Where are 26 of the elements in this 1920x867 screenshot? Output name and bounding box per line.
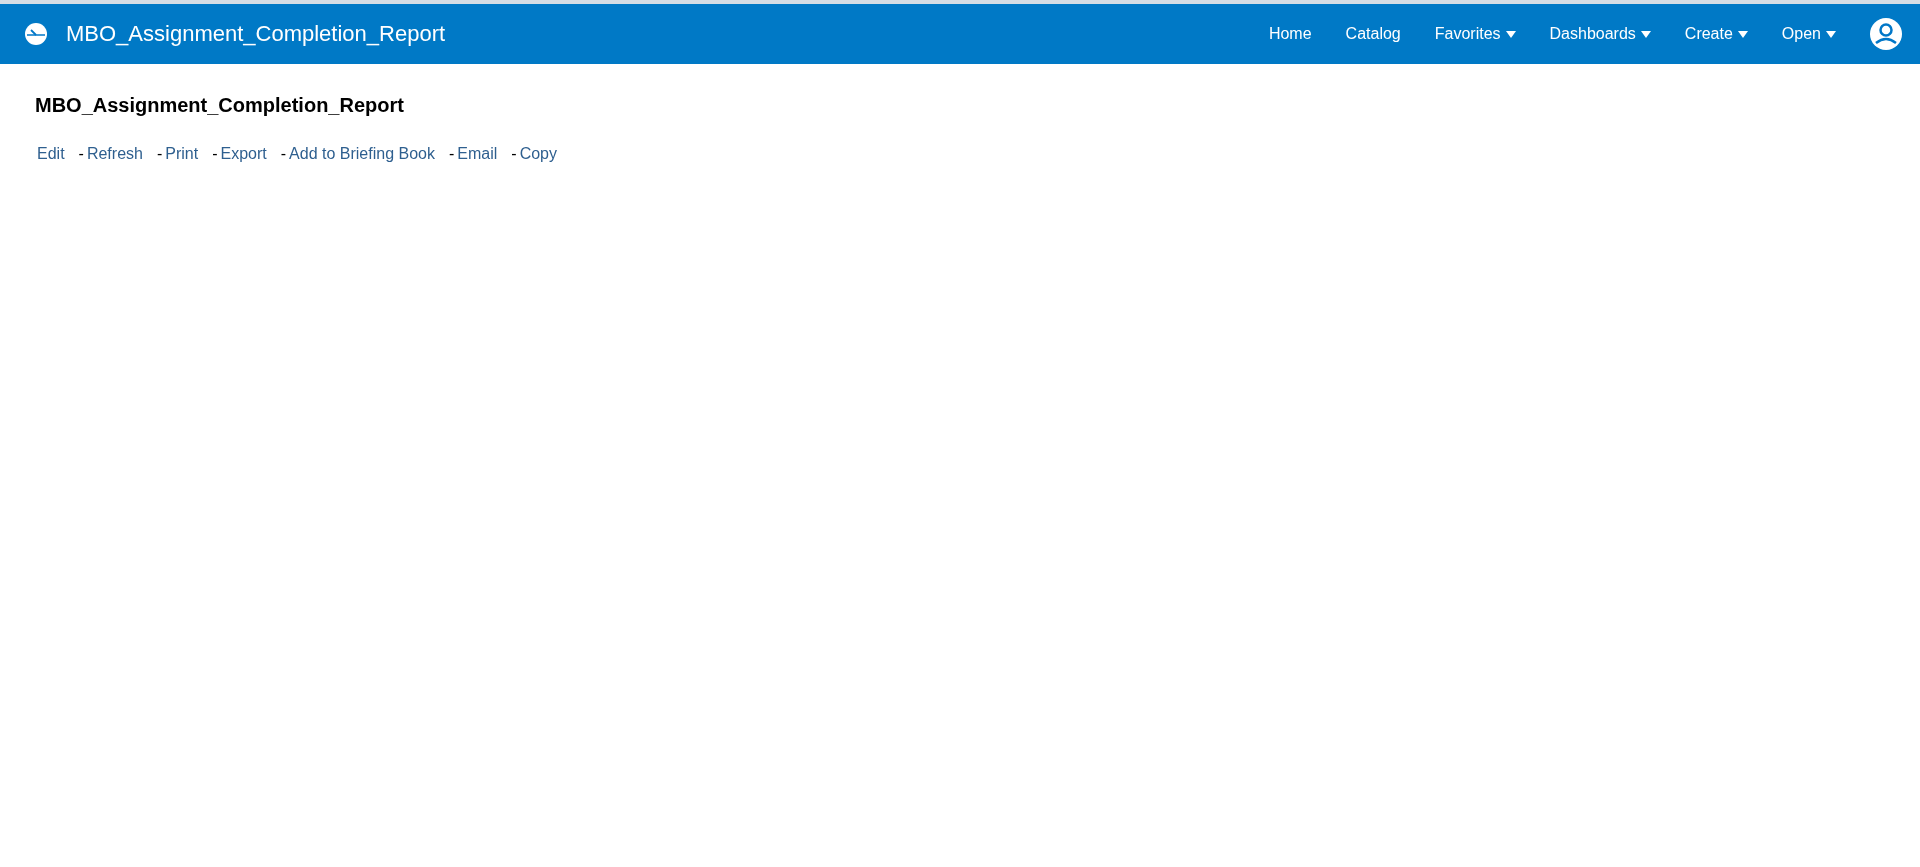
- separator-text: -: [511, 145, 517, 163]
- separator-text: -: [156, 145, 163, 163]
- separator-text: -: [448, 145, 455, 163]
- app-title: MBO_Assignment_Completion_Report: [66, 21, 446, 47]
- nav-menu-item[interactable]: Favorites: [1434, 25, 1516, 43]
- caret-icon: [1505, 30, 1516, 38]
- nav-menu-item[interactable]: Create: [1684, 25, 1748, 43]
- action-link[interactable]: Email: [457, 145, 498, 163]
- caret-icon: [1640, 30, 1651, 38]
- caret-icon: [1737, 30, 1748, 38]
- report-title: MBO_Assignment_Completion_Report: [35, 94, 405, 117]
- action-link[interactable]: Edit: [37, 145, 65, 163]
- action-link[interactable]: Refresh: [86, 145, 143, 163]
- separator-text: -: [212, 145, 218, 163]
- nav-menu-item[interactable]: Catalog: [1345, 25, 1401, 43]
- nav-menu-item[interactable]: Open: [1781, 25, 1836, 43]
- action-link[interactable]: Add to Briefing Book: [289, 145, 435, 163]
- caret-icon: [1826, 30, 1836, 38]
- action-link[interactable]: Print: [165, 145, 199, 163]
- nav-menu-item[interactable]: Dashboards: [1549, 25, 1651, 43]
- separator-text: -: [78, 145, 84, 163]
- action-link[interactable]: Export: [220, 145, 267, 163]
- nav-menu-item[interactable]: Home: [1268, 25, 1312, 43]
- user-avatar-icon[interactable]: [1870, 18, 1902, 50]
- separator-text: -: [280, 145, 287, 163]
- action-link[interactable]: Copy: [519, 145, 557, 163]
